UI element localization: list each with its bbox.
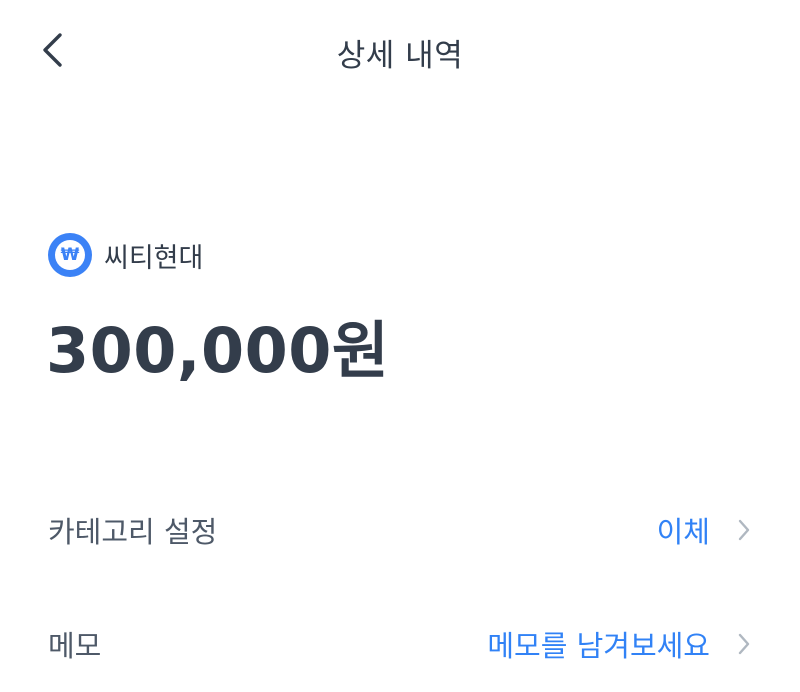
memo-row[interactable]: 메모 메모를 남겨보세요: [48, 614, 752, 674]
top-bar: 상세 내역: [0, 0, 800, 100]
account-name: 씨티현대: [104, 242, 204, 274]
account-info: ₩ 씨티현대: [48, 232, 203, 278]
category-label: 카테고리 설정: [48, 515, 218, 549]
chevron-right-icon: [736, 632, 752, 656]
memo-label: 메모: [48, 629, 102, 663]
won-coin-icon: ₩: [48, 233, 92, 277]
category-value-group[interactable]: 이체: [657, 509, 752, 551]
memo-value-group[interactable]: 메모를 남겨보세요: [487, 623, 752, 665]
transaction-amount: 300,000원: [46, 314, 390, 387]
chevron-right-icon: [736, 518, 752, 542]
memo-input-prompt[interactable]: 메모를 남겨보세요: [487, 623, 710, 665]
category-value[interactable]: 이체: [657, 509, 710, 551]
bank-logo-symbol: ₩: [55, 240, 85, 270]
page-title: 상세 내역: [336, 38, 464, 74]
category-setting-row[interactable]: 카테고리 설정 이체: [48, 500, 752, 560]
